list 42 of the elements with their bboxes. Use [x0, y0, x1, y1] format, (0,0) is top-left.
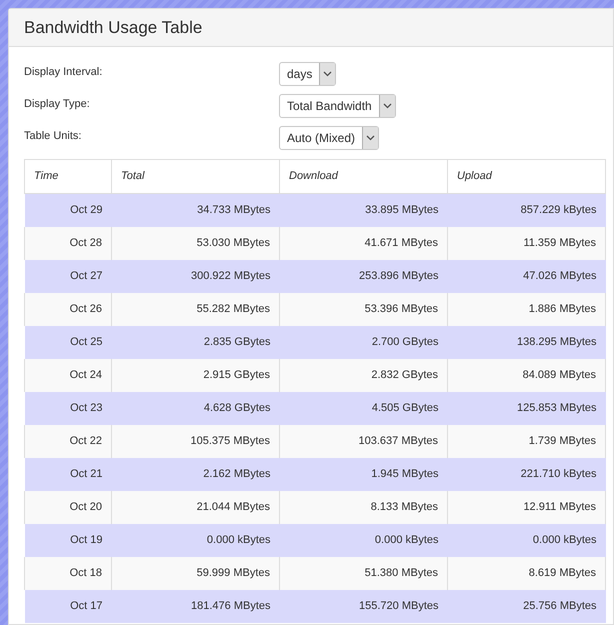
select-field[interactable]: Auto (Mixed) — [279, 126, 380, 150]
table-cell: 4.628 GBytes — [112, 392, 280, 424]
table-cell: 25.756 MBytes — [448, 590, 606, 622]
table-cell: 33.895 MBytes — [280, 194, 448, 226]
select-field[interactable]: days — [279, 62, 336, 86]
table-cell: 0.000 kBytes — [112, 524, 280, 556]
table-cell: 0.000 kBytes — [448, 524, 606, 556]
table-cell: 253.896 MBytes — [280, 260, 448, 292]
table-cell: Oct 27 — [24, 260, 112, 292]
chevron-down-icon — [323, 71, 332, 77]
table-cell: 2.162 MBytes — [112, 458, 280, 490]
column-header: Upload — [448, 160, 606, 194]
table-cell: Oct 25 — [24, 326, 112, 358]
table-cell: Oct 23 — [24, 392, 112, 424]
setting-label: Display Interval: — [24, 65, 104, 80]
table-cell: 300.922 MBytes — [112, 260, 280, 292]
table-cell: 34.733 MBytes — [112, 194, 280, 226]
table-cell: 138.295 MBytes — [448, 326, 606, 358]
table-cell: 125.853 MBytes — [448, 392, 606, 424]
table-cell: 0.000 kBytes — [280, 524, 448, 556]
table-cell: Oct 29 — [24, 194, 112, 226]
table-cell: 181.476 MBytes — [112, 590, 280, 622]
setting-label: Table Units: — [24, 129, 82, 144]
table-cell: 4.505 GBytes — [280, 392, 448, 424]
table-cell: Oct 17 — [24, 590, 112, 622]
table-cell: 47.026 MBytes — [448, 260, 606, 292]
table-cell: Oct 21 — [24, 458, 112, 490]
column-header: Time — [24, 160, 112, 194]
column-header: Total — [112, 160, 280, 194]
panel-title: Bandwidth Usage Table — [24, 16, 202, 39]
chevron-down-icon — [382, 103, 392, 109]
table-cell: 155.720 MBytes — [280, 590, 448, 622]
table-cell: 2.700 GBytes — [280, 326, 448, 358]
table-cell: 221.710 kBytes — [448, 458, 606, 490]
chevron-down-icon — [366, 135, 376, 141]
select-field[interactable]: Total Bandwidth — [279, 94, 396, 118]
column-header: Download — [280, 160, 448, 194]
table-cell: Oct 19 — [24, 524, 112, 556]
table-cell: 857.229 kBytes — [448, 194, 606, 226]
table-cell: 1.945 MBytes — [280, 458, 448, 490]
setting-label: Display Type: — [24, 97, 91, 112]
table-cell: 2.835 GBytes — [112, 326, 280, 358]
